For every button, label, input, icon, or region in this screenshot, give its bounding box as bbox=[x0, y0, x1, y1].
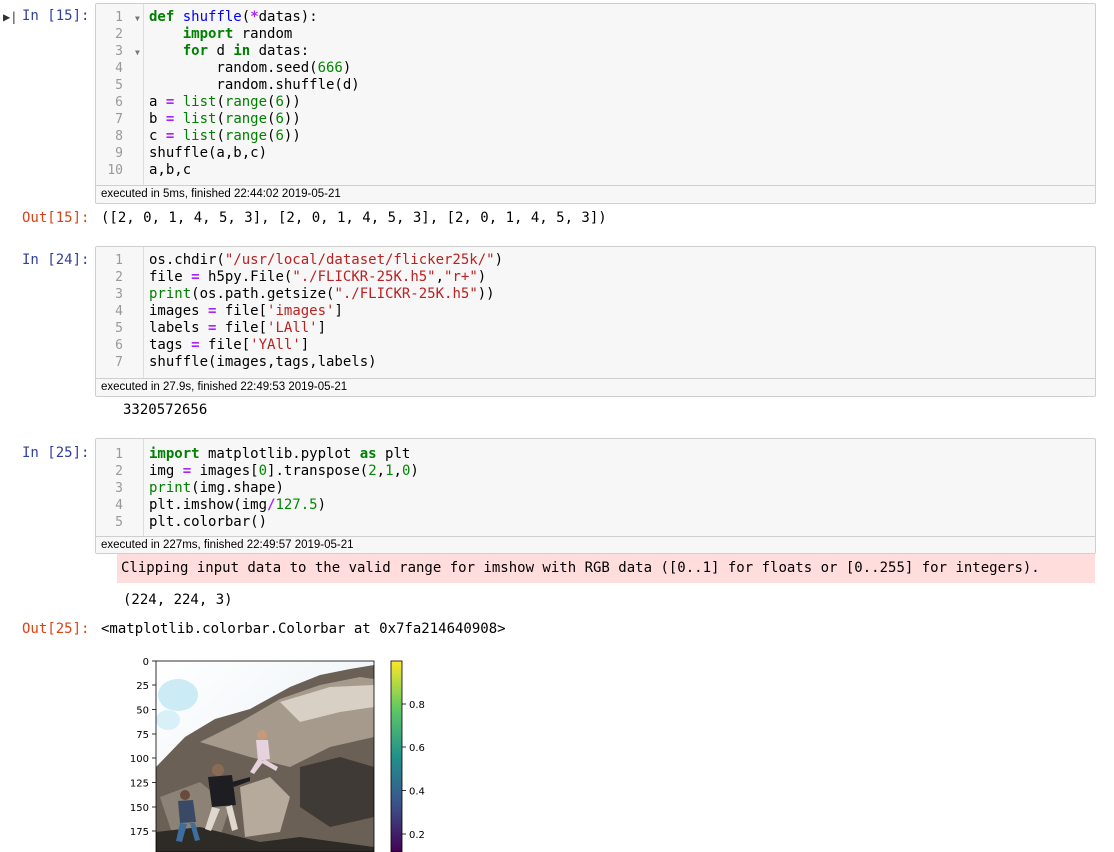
y-tick-label: 175 bbox=[130, 827, 149, 838]
y-tick-label: 100 bbox=[130, 754, 149, 765]
y-tick-label: 75 bbox=[136, 730, 149, 741]
cell-output: 3320572656 bbox=[123, 402, 208, 418]
line-number: 1 bbox=[115, 10, 123, 25]
code-line: a = list(range(6)) bbox=[149, 94, 301, 110]
fold-arrow-icon[interactable]: ▼ bbox=[135, 48, 140, 57]
line-number: 6 bbox=[115, 95, 123, 110]
line-number: 2 bbox=[115, 27, 123, 42]
code-line: file = h5py.File("./FLICKR-25K.h5","r+") bbox=[149, 269, 487, 285]
code-editor[interactable]: 1 2 3 4 5 6 7 os.chdir("/usr/local/datas… bbox=[95, 246, 1096, 397]
in-prompt: In [24]: bbox=[22, 252, 90, 268]
y-tick-label: 150 bbox=[130, 803, 149, 814]
code-cell-15[interactable]: ▶​| In [15]: 1 2 3 4 5 6 7 8 9 10 ▼ ▼ de… bbox=[0, 0, 1114, 235]
line-number: 3 bbox=[115, 44, 123, 59]
line-number: 4 bbox=[115, 61, 123, 76]
line-number: 3 bbox=[115, 287, 123, 302]
code-line: shuffle(a,b,c) bbox=[149, 145, 268, 161]
colorbar-tick-label: 0.4 bbox=[409, 787, 425, 798]
line-gutter: 1 2 3 4 5 6 7 bbox=[96, 247, 144, 378]
code-line: random.seed(666) bbox=[149, 60, 352, 76]
code-line: tags = file['YAll'] bbox=[149, 337, 310, 353]
code-line: def shuffle(*datas): bbox=[149, 9, 318, 25]
out-prompt: Out[15]: bbox=[22, 210, 90, 226]
code-cell-24[interactable]: In [24]: 1 2 3 4 5 6 7 os.chdir("/usr/lo… bbox=[0, 245, 1114, 430]
y-tick-label: 25 bbox=[136, 681, 149, 692]
code-line: a,b,c bbox=[149, 162, 192, 178]
line-gutter: 1 2 3 4 5 6 7 8 9 10 ▼ ▼ bbox=[96, 4, 144, 185]
line-number: 10 bbox=[107, 163, 123, 178]
code-line: shuffle(images,tags,labels) bbox=[149, 354, 377, 370]
line-number: 7 bbox=[115, 355, 123, 370]
colorbar-tick-label: 0.2 bbox=[409, 830, 425, 841]
execution-info: executed in 27.9s, finished 22:49:53 201… bbox=[96, 378, 1095, 395]
line-number: 9 bbox=[115, 146, 123, 161]
code-line: os.chdir("/usr/local/dataset/flicker25k/… bbox=[149, 252, 504, 268]
line-number: 5 bbox=[115, 78, 123, 93]
y-tick-label: 125 bbox=[130, 779, 149, 790]
y-tick-label: 50 bbox=[136, 706, 149, 717]
image-plot bbox=[156, 661, 374, 852]
line-number: 7 bbox=[115, 112, 123, 127]
code-line: print(os.path.getsize("./FLICKR-25K.h5")… bbox=[149, 286, 495, 302]
matplotlib-figure: 0 25 50 75 100 125 150 175 0.8 0.6 0.4 0… bbox=[130, 657, 425, 852]
code-line: c = list(range(6)) bbox=[149, 128, 301, 144]
in-prompt: In [15]: bbox=[22, 8, 90, 24]
line-number: 8 bbox=[115, 129, 123, 144]
code-line: images = file['images'] bbox=[149, 303, 343, 319]
line-number: 4 bbox=[115, 304, 123, 319]
fold-arrow-icon[interactable]: ▼ bbox=[135, 14, 140, 23]
colorbar-tick-label: 0.8 bbox=[409, 700, 425, 711]
line-number: 6 bbox=[115, 338, 123, 353]
colorbar-tick-label: 0.6 bbox=[409, 743, 425, 754]
colorbar bbox=[390, 660, 403, 852]
code-line: labels = file['LAll'] bbox=[149, 320, 327, 336]
code-line: random.shuffle(d) bbox=[149, 77, 360, 93]
y-axis bbox=[152, 660, 156, 832]
code-line: for d in datas: bbox=[182, 43, 310, 59]
cell-output: ([2, 0, 1, 4, 5, 3], [2, 0, 1, 4, 5, 3],… bbox=[101, 210, 607, 226]
line-number: 1 bbox=[115, 253, 123, 268]
run-cell-icon[interactable]: ▶​| bbox=[3, 10, 17, 24]
code-line: b = list(range(6)) bbox=[149, 111, 301, 127]
line-number: 2 bbox=[115, 270, 123, 285]
code-line: import random bbox=[182, 26, 293, 42]
code-cell-25[interactable]: In [25]: 1 2 3 4 5 import matplotlib.pyp… bbox=[0, 437, 1114, 852]
y-tick-label: 0 bbox=[143, 657, 149, 668]
line-number: 5 bbox=[115, 321, 123, 336]
code-editor[interactable]: 1 2 3 4 5 6 7 8 9 10 ▼ ▼ def shuffle(*da… bbox=[95, 3, 1096, 204]
execution-info: executed in 5ms, finished 22:44:02 2019-… bbox=[96, 185, 1095, 202]
